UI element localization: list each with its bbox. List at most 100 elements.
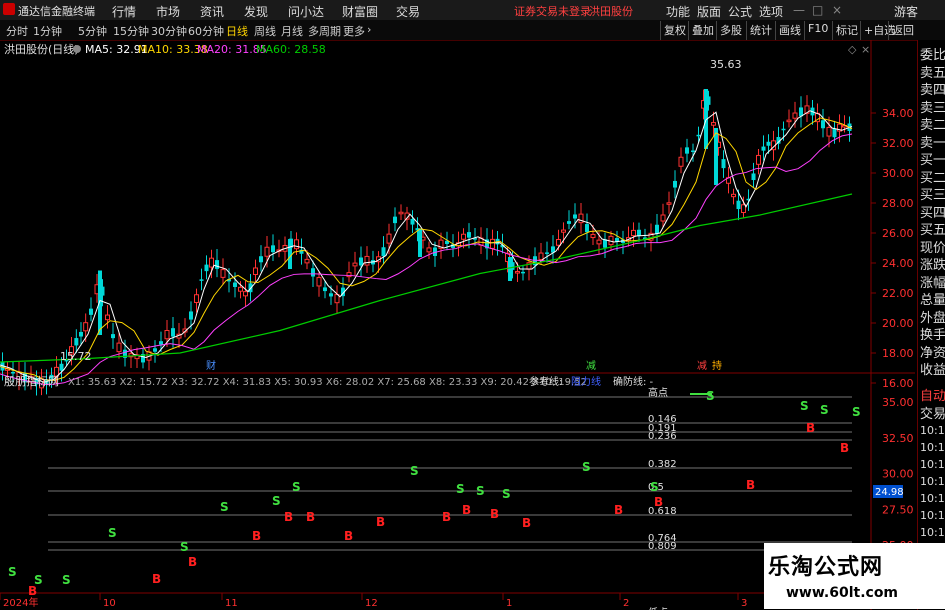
- candle-body: [215, 260, 219, 269]
- period-1min[interactable]: 1分钟: [33, 23, 62, 39]
- fib-label-3: 0.236: [648, 431, 677, 442]
- menu-xuanxiang[interactable]: 选项: [759, 3, 783, 20]
- candle-body: [164, 330, 170, 340]
- main-ytick-3: 28.00: [882, 197, 914, 210]
- buy-signal-3: B: [252, 529, 261, 543]
- candle-body: [386, 233, 392, 244]
- buy-signal-5: B: [306, 510, 315, 524]
- btn-fuquan[interactable]: 复权: [660, 21, 689, 40]
- tab-auto[interactable]: 自动: [920, 385, 945, 404]
- side-item-7: 买二: [920, 170, 945, 186]
- candle-body: [253, 267, 258, 276]
- candle-body: [11, 372, 15, 374]
- menu-hangqing[interactable]: 行情: [112, 3, 136, 20]
- kline-chart[interactable]: 洪田股份(日线) MA5: 32.91 MA10: 33.38 MA20: 31…: [0, 40, 915, 610]
- period-30min[interactable]: 30分钟: [151, 23, 187, 39]
- candle-body: [398, 211, 404, 215]
- menu-gongneng[interactable]: 功能: [666, 3, 690, 20]
- btn-back[interactable]: 返回: [888, 21, 917, 40]
- candle-body: [731, 193, 736, 198]
- marker-cai[interactable]: 财: [206, 359, 216, 372]
- close-icon[interactable]: ×: [832, 3, 842, 17]
- menu-shichang[interactable]: 市场: [156, 3, 180, 20]
- candle-body: [393, 216, 397, 224]
- candle-body: [259, 256, 263, 263]
- candle-body: [105, 314, 110, 321]
- trade-time-1: 10:12: [920, 441, 945, 454]
- candle-body: [352, 262, 358, 267]
- main-ytick-5: 24.00: [882, 257, 914, 270]
- candle-body: [359, 257, 363, 266]
- btn-f10[interactable]: F10: [804, 21, 831, 40]
- side-item-15: 外盘: [920, 310, 945, 326]
- minimize-icon[interactable]: —: [793, 3, 805, 17]
- period-5min[interactable]: 5分钟: [78, 23, 107, 39]
- period-daily[interactable]: 日线: [226, 23, 248, 39]
- sell-signal-7: S: [292, 480, 301, 494]
- side-item-1: 卖五: [920, 65, 945, 81]
- app-title: 通达信金融终端: [18, 5, 95, 18]
- guest-label[interactable]: 游客: [894, 3, 918, 20]
- fib-label-9: 低点: [648, 606, 668, 610]
- btn-biaoji[interactable]: 标记: [832, 21, 861, 40]
- candle-body: [243, 291, 248, 297]
- candle-body: [159, 341, 163, 345]
- candle-body: [711, 122, 716, 126]
- xtick-5: 2: [623, 598, 629, 609]
- buy-signal-0: B: [28, 584, 37, 598]
- side-item-0: 委比: [920, 48, 945, 63]
- period-weekly[interactable]: 周线: [254, 23, 276, 39]
- candle-body: [233, 282, 237, 287]
- chevron-right-icon[interactable]: ›: [367, 23, 371, 36]
- trade-time-4: 10:12: [920, 492, 945, 505]
- sell-signal-9: S: [456, 482, 465, 496]
- candle-body: [189, 311, 193, 320]
- xtick-1: 10: [103, 598, 116, 609]
- sell-signal-10: S: [476, 484, 485, 498]
- menu-caifuquan[interactable]: 财富圈: [342, 3, 378, 20]
- btn-diejia[interactable]: 叠加: [688, 21, 717, 40]
- candle-body: [271, 245, 275, 253]
- period-fenshi[interactable]: 分时: [6, 23, 28, 39]
- candle-body: [655, 224, 659, 234]
- buy-signal-14: B: [746, 478, 755, 492]
- menu-wenxiaoda[interactable]: 问小达: [288, 3, 324, 20]
- marker-jian-1[interactable]: 减: [586, 360, 596, 372]
- marker-chi[interactable]: 持: [712, 359, 722, 372]
- close-panel-icon[interactable]: ×: [861, 43, 870, 56]
- btn-huaxian[interactable]: 画线: [775, 21, 804, 40]
- candle-body: [381, 247, 386, 257]
- tab-trade[interactable]: 交易: [920, 403, 945, 422]
- current-stock-name: 洪田股份: [589, 5, 633, 18]
- ma10-line: [0, 117, 853, 381]
- marker-jian-2[interactable]: 减: [697, 360, 707, 372]
- menu-zixun[interactable]: 资讯: [200, 3, 224, 20]
- candle-body: [316, 277, 322, 287]
- menu-gongshi[interactable]: 公式: [728, 3, 752, 20]
- period-60min[interactable]: 60分钟: [188, 23, 224, 39]
- diamond-icon[interactable]: ◇: [848, 43, 857, 56]
- xtick-0: 2024年: [3, 596, 38, 609]
- menu-banmian[interactable]: 版面: [697, 3, 721, 20]
- candle-body: [79, 331, 83, 337]
- btn-duogu[interactable]: 多股: [716, 21, 745, 40]
- btn-tongji[interactable]: 统计: [746, 21, 775, 40]
- buy-signal-8: B: [442, 510, 451, 524]
- period-monthly[interactable]: 月线: [281, 23, 303, 39]
- candle-body: [329, 293, 333, 297]
- login-warning[interactable]: 证券交易未登录: [514, 3, 591, 19]
- main-ytick-8: 18.00: [882, 347, 914, 360]
- menu-jiaoyi[interactable]: 交易: [396, 3, 420, 20]
- period-more[interactable]: 更多: [343, 23, 365, 39]
- period-multi[interactable]: 多周期: [308, 23, 341, 39]
- sell-signal-11: S: [502, 487, 511, 501]
- ind-ytick-2: 30.00: [882, 468, 914, 481]
- xtick-6: 3: [741, 598, 747, 609]
- period-15min[interactable]: 15分钟: [113, 23, 149, 39]
- restore-icon[interactable]: □: [812, 3, 823, 17]
- menu-faxian[interactable]: 发现: [244, 3, 268, 20]
- settings-icon[interactable]: [73, 45, 81, 53]
- candle-body: [792, 112, 798, 119]
- buy-signal-10: B: [490, 507, 499, 521]
- candle-body: [673, 180, 677, 188]
